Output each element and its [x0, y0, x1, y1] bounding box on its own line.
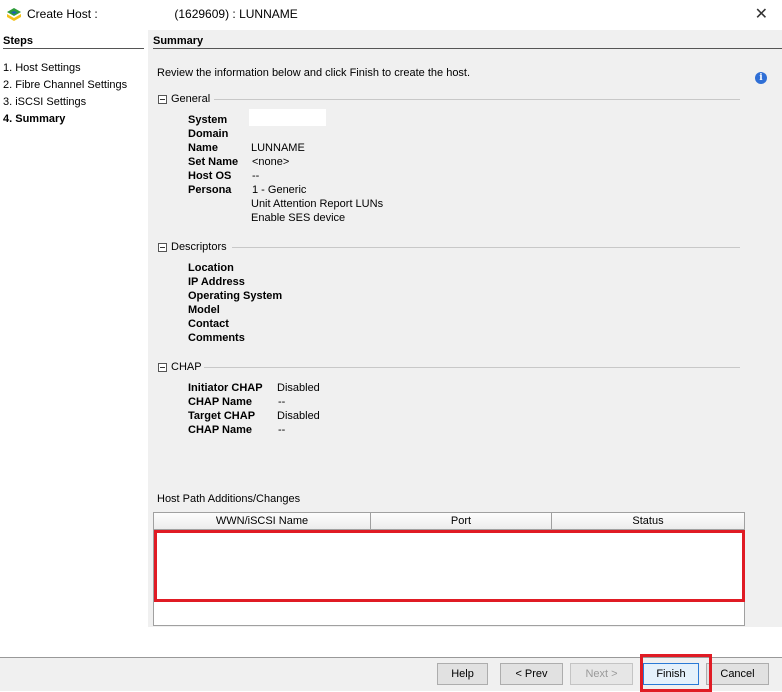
step-fibre-channel-settings[interactable]: 2. Fibre Channel Settings	[3, 79, 127, 91]
finish-highlight-box	[640, 654, 712, 692]
descriptors-section-title: Descriptors	[171, 241, 227, 253]
contact-label: Contact	[188, 318, 229, 330]
steps-panel: Steps 1. Host Settings 2. Fibre Channel …	[0, 30, 148, 657]
name-value: LUNNAME	[251, 142, 305, 154]
host-os-value: --	[252, 170, 260, 182]
location-label: Location	[188, 262, 234, 274]
host-os-label: Host OS	[188, 170, 232, 182]
persona-label: Persona	[188, 184, 232, 196]
steps-divider	[3, 48, 144, 49]
window-title-prefix: Create Host :	[27, 7, 102, 21]
chap-section-line	[204, 367, 740, 368]
prev-button[interactable]: < Prev	[500, 663, 563, 685]
initiator-chap-label: Initiator CHAP	[188, 382, 263, 394]
steps-header: Steps	[3, 35, 33, 47]
persona-value: 1 - Generic	[252, 184, 307, 196]
set-name-label: Set Name	[188, 156, 239, 168]
table-highlight-box	[154, 530, 745, 602]
name-label: Name	[188, 142, 218, 154]
app-logo-icon	[7, 8, 21, 21]
cancel-button[interactable]: Cancel	[706, 663, 769, 685]
system-label: System	[188, 114, 228, 126]
column-header-port[interactable]: Port	[371, 513, 552, 530]
host-path-label: Host Path Additions/Changes	[157, 493, 301, 505]
chap-collapse-icon[interactable]	[158, 363, 167, 372]
initiator-chap-value: Disabled	[277, 382, 320, 394]
window-title: Create Host : (1629609) : LUNNAME	[27, 7, 298, 21]
ip-address-label: IP Address	[188, 276, 245, 288]
general-section-title: General	[171, 93, 211, 105]
domain-label: Domain	[188, 128, 229, 140]
initiator-chap-name-label: CHAP Name	[188, 396, 252, 408]
target-chap-label: Target CHAP	[188, 410, 256, 422]
summary-intro: Review the information below and click F…	[157, 67, 471, 79]
step-summary[interactable]: 4. Summary	[3, 113, 65, 125]
descriptors-section-line	[232, 247, 740, 248]
step-iscsi-settings[interactable]: 3. iSCSI Settings	[3, 96, 86, 108]
model-label: Model	[188, 304, 220, 316]
redacted-system-value	[249, 109, 326, 126]
chap-section-title: CHAP	[171, 361, 202, 373]
persona-option-ses: Enable SES device	[251, 212, 346, 224]
info-icon[interactable]: i	[755, 72, 767, 84]
comments-label: Comments	[188, 332, 245, 344]
next-button[interactable]: Next >	[570, 663, 633, 685]
set-name-value: <none>	[252, 156, 290, 168]
column-header-status[interactable]: Status	[552, 513, 744, 530]
title-bar: Create Host : (1629609) : LUNNAME ✕	[0, 0, 782, 30]
help-button[interactable]: Help	[437, 663, 488, 685]
operating-system-label: Operating System	[188, 290, 283, 302]
general-section-line	[214, 99, 740, 100]
close-icon[interactable]: ✕	[755, 4, 768, 24]
descriptors-collapse-icon[interactable]	[158, 243, 167, 252]
target-chap-value: Disabled	[277, 410, 320, 422]
persona-option-unit-attention: Unit Attention Report LUNs	[251, 198, 384, 210]
target-chap-name-value: --	[278, 424, 286, 436]
summary-header: Summary	[153, 35, 204, 47]
general-collapse-icon[interactable]	[158, 95, 167, 104]
window-title-suffix: (1629609) : LUNNAME	[171, 7, 298, 21]
summary-divider	[153, 48, 782, 49]
initiator-chap-name-value: --	[278, 396, 286, 408]
column-header-wwn[interactable]: WWN/iSCSI Name	[154, 513, 371, 530]
redacted-system-name	[101, 9, 172, 20]
step-host-settings[interactable]: 1. Host Settings	[3, 62, 81, 74]
target-chap-name-label: CHAP Name	[188, 424, 252, 436]
